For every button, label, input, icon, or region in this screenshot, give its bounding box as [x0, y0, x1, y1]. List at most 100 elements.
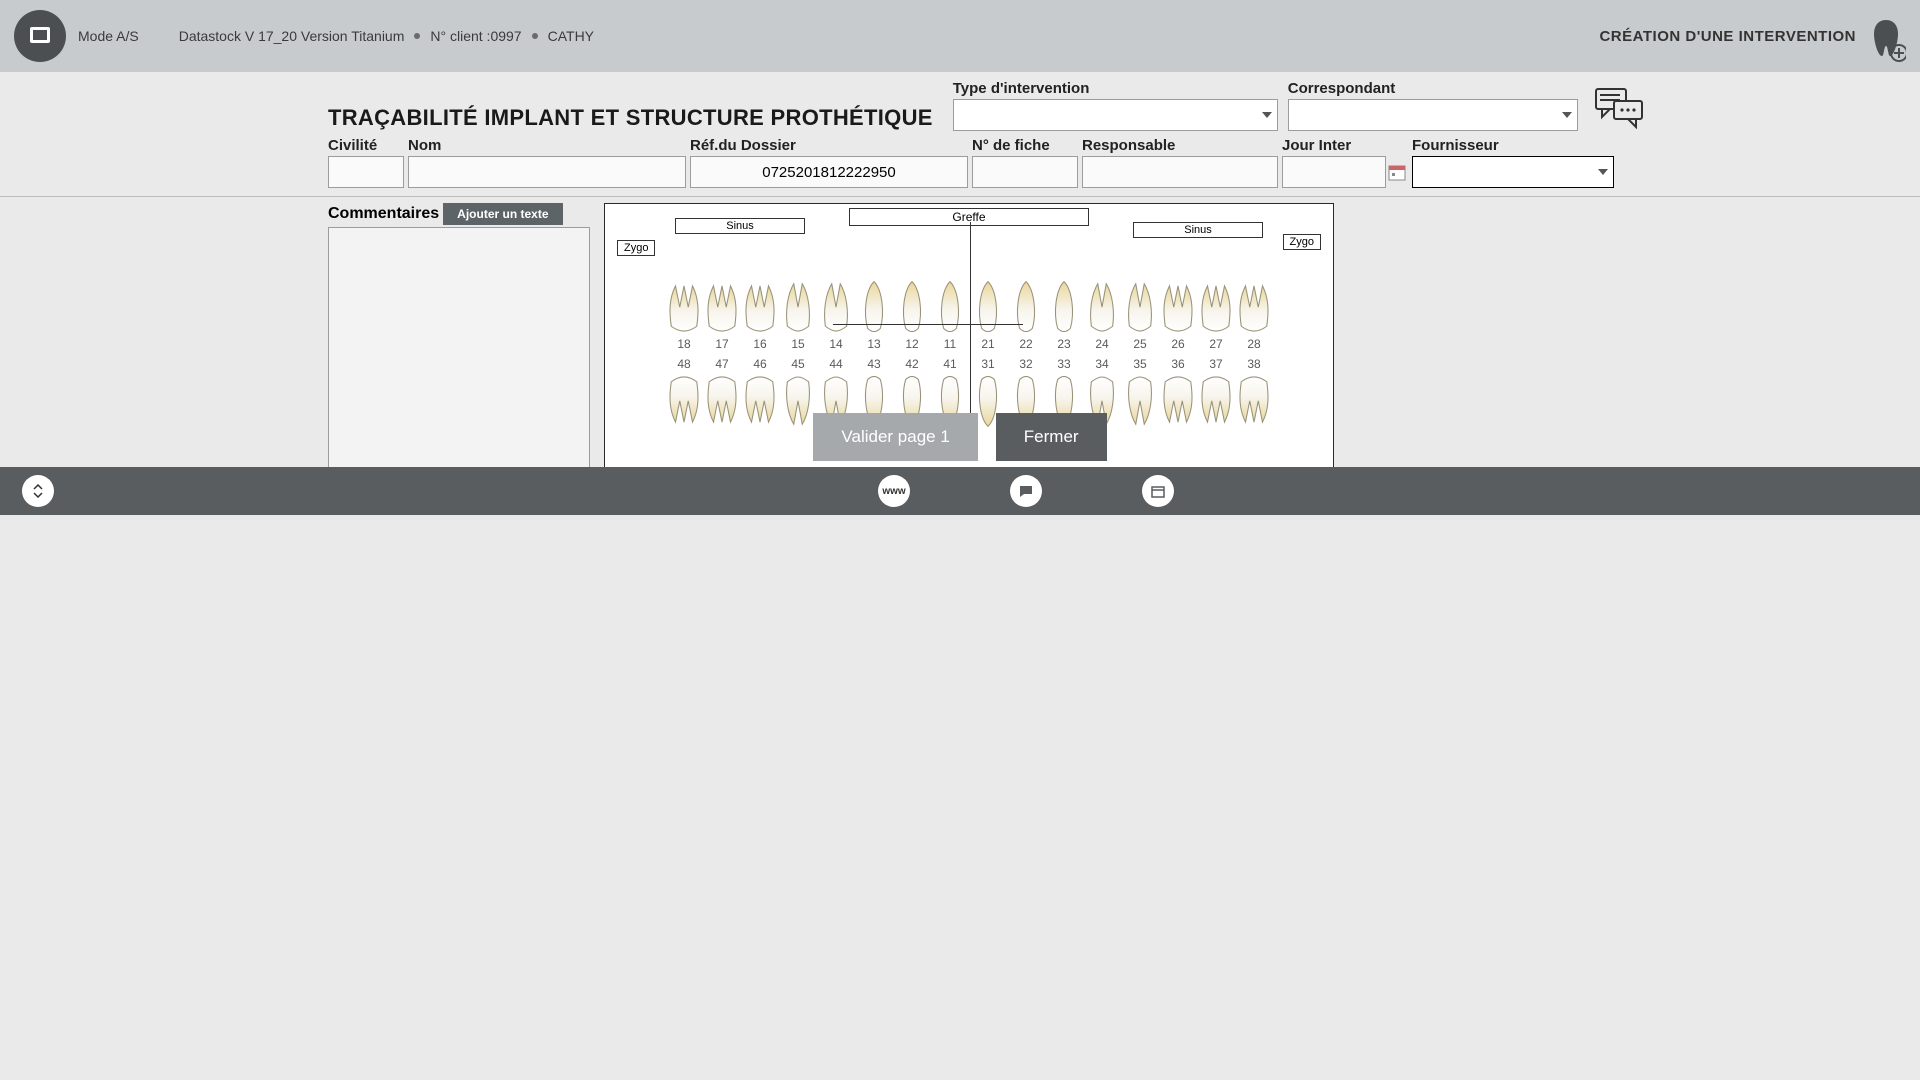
tooth-num: 35	[1133, 357, 1146, 371]
tooth-num: 12	[905, 337, 918, 351]
tooth-num: 13	[867, 337, 880, 351]
tooth-num: 14	[829, 337, 842, 351]
tooth-24[interactable]: 24	[1084, 273, 1120, 351]
tooth-16[interactable]: 16	[742, 273, 778, 351]
sinus-right-label[interactable]: Sinus	[1133, 222, 1263, 238]
client-num-label: N° client :	[430, 28, 490, 44]
select-type-intervention[interactable]	[953, 99, 1278, 131]
tooth-17[interactable]: 17	[704, 273, 740, 351]
close-button[interactable]: Fermer	[996, 413, 1107, 461]
tooth-18[interactable]: 18	[666, 273, 702, 351]
chat-bubble-icon[interactable]	[1010, 475, 1042, 507]
topbar-meta: Datastock V 17_20 Version Titanium N° cl…	[179, 28, 594, 44]
tooth-11[interactable]: 11	[932, 273, 968, 351]
input-num-fiche[interactable]	[972, 156, 1078, 188]
chat-icon[interactable]	[1594, 87, 1646, 131]
tooth-num: 47	[715, 357, 728, 371]
select-fournisseur[interactable]	[1412, 156, 1614, 188]
tooth-num: 45	[791, 357, 804, 371]
mode-label: Mode A/S	[78, 28, 139, 44]
tooth-num: 21	[981, 337, 994, 351]
title-row: TRAÇABILITÉ IMPLANT ET STRUCTURE PROTHÉT…	[0, 80, 1920, 131]
upper-teeth-row: 18 17 16 15 14 13	[666, 273, 1272, 351]
tooth-num: 16	[753, 337, 766, 351]
tooth-num: 11	[944, 337, 956, 351]
label-nom: Nom	[408, 137, 686, 154]
zygo-right-label[interactable]: Zygo	[1283, 234, 1321, 250]
field-correspondant: Correspondant	[1288, 80, 1578, 131]
page-body: TRAÇABILITÉ IMPLANT ET STRUCTURE PROTHÉT…	[0, 72, 1920, 515]
label-correspondant: Correspondant	[1288, 80, 1578, 97]
label-jour-inter: Jour Inter	[1282, 137, 1408, 154]
tooth-num: 48	[677, 357, 690, 371]
tooth-28[interactable]: 28	[1236, 273, 1272, 351]
label-num-fiche: N° de fiche	[972, 137, 1078, 154]
comments-label: Commentaires	[328, 205, 439, 223]
calendar-footer-icon[interactable]	[1142, 475, 1174, 507]
tooth-25[interactable]: 25	[1122, 273, 1158, 351]
tooth-num: 46	[753, 357, 766, 371]
sinus-left-label[interactable]: Sinus	[675, 218, 805, 234]
greffe-top-label[interactable]: Greffe	[849, 208, 1089, 226]
tooth-num: 37	[1209, 357, 1222, 371]
tooth-22[interactable]: 22	[1008, 273, 1044, 351]
input-civilite[interactable]	[328, 156, 404, 188]
section-title: TRAÇABILITÉ IMPLANT ET STRUCTURE PROTHÉT…	[328, 105, 933, 131]
fields-row: Civilité Nom Réf.du Dossier N° de fiche …	[0, 131, 1920, 188]
input-jour-inter[interactable]	[1282, 156, 1386, 188]
input-ref-dossier[interactable]	[690, 156, 968, 188]
tooth-23[interactable]: 23	[1046, 273, 1082, 351]
tooth-num: 28	[1247, 337, 1260, 351]
tooth-13[interactable]: 13	[856, 273, 892, 351]
tooth-num: 36	[1171, 357, 1184, 371]
topbar: Mode A/S Datastock V 17_20 Version Titan…	[0, 0, 1920, 72]
tooth-num: 32	[1019, 357, 1032, 371]
client-num: 0997	[490, 28, 521, 44]
tooth-num: 27	[1209, 337, 1222, 351]
input-nom[interactable]	[408, 156, 686, 188]
tooth-27[interactable]: 27	[1198, 273, 1234, 351]
tooth-num: 33	[1057, 357, 1070, 371]
tooth-num: 18	[677, 337, 690, 351]
tooth-12[interactable]: 12	[894, 273, 930, 351]
tooth-14[interactable]: 14	[818, 273, 854, 351]
tooth-15[interactable]: 15	[780, 273, 816, 351]
tooth-num: 23	[1057, 337, 1070, 351]
zygo-left-label[interactable]: Zygo	[617, 240, 655, 256]
cross-horizontal	[833, 324, 1023, 325]
tooth-21[interactable]: 21	[970, 273, 1006, 351]
tooth-num: 43	[867, 357, 880, 371]
label-fournisseur: Fournisseur	[1412, 137, 1614, 154]
tooth-num: 31	[981, 357, 994, 371]
tooth-num: 25	[1133, 337, 1146, 351]
tooth-num: 24	[1095, 337, 1108, 351]
validate-button[interactable]: Valider page 1	[813, 413, 977, 461]
bottombar: www	[0, 467, 1920, 515]
select-correspondant[interactable]	[1288, 99, 1578, 131]
label-type-intervention: Type d'intervention	[953, 80, 1278, 97]
separator-dot	[532, 33, 538, 39]
app-logo	[14, 10, 66, 62]
version-label: Datastock V 17_20 Version Titanium	[179, 28, 405, 44]
field-type-intervention: Type d'intervention	[953, 80, 1278, 131]
logo-icon	[25, 21, 55, 51]
tooth-26[interactable]: 26	[1160, 273, 1196, 351]
expand-icon[interactable]	[22, 475, 54, 507]
label-civilite: Civilité	[328, 137, 404, 154]
www-icon[interactable]: www	[878, 475, 910, 507]
tooth-num: 15	[791, 337, 804, 351]
input-responsable[interactable]	[1082, 156, 1278, 188]
page-title-header: CRÉATION D'UNE INTERVENTION	[1599, 28, 1856, 45]
label-ref-dossier: Réf.du Dossier	[690, 137, 968, 154]
separator-dot	[414, 33, 420, 39]
tooth-num: 44	[829, 357, 842, 371]
calendar-icon[interactable]	[1386, 158, 1408, 186]
tooth-num: 34	[1095, 357, 1108, 371]
label-responsable: Responsable	[1082, 137, 1278, 154]
tooth-num: 41	[943, 357, 956, 371]
user-name: CATHY	[548, 28, 594, 44]
tooth-num: 22	[1019, 337, 1032, 351]
add-text-button[interactable]: Ajouter un texte	[443, 203, 562, 225]
cross-vertical	[970, 222, 971, 432]
tooth-add-icon[interactable]	[1866, 16, 1906, 56]
